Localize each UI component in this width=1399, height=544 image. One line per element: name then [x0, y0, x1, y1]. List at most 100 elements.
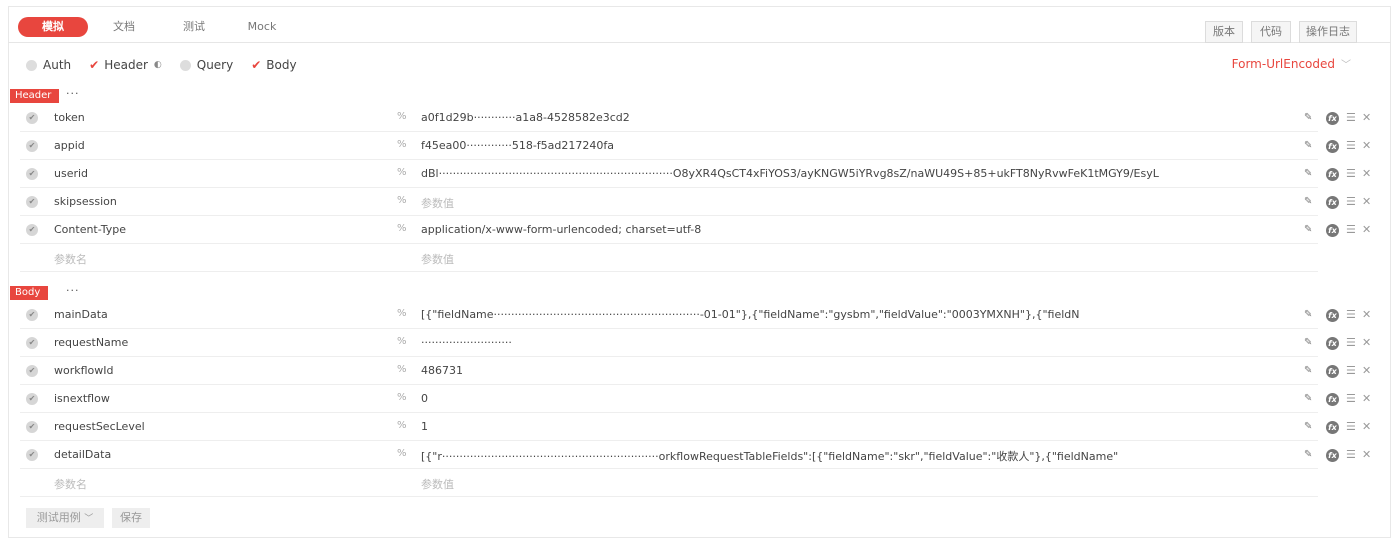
close-icon[interactable]: ✕ — [1362, 392, 1371, 405]
fx-icon[interactable]: fx — [1326, 224, 1339, 237]
fx-icon[interactable]: fx — [1326, 309, 1339, 322]
param-value[interactable]: 0 — [421, 392, 1313, 405]
check-circle-icon[interactable]: ✔ — [26, 168, 38, 180]
header-more-icon[interactable]: ··· — [66, 87, 80, 100]
close-icon[interactable]: ✕ — [1362, 364, 1371, 377]
check-circle-icon[interactable]: ✔ — [26, 309, 38, 321]
fx-icon[interactable]: fx — [1326, 421, 1339, 434]
close-icon[interactable]: ✕ — [1362, 195, 1371, 208]
menu-icon[interactable]: ☰ — [1346, 336, 1356, 349]
param-key[interactable]: userid — [54, 167, 88, 180]
param-key[interactable]: requestName — [54, 336, 128, 349]
param-key[interactable]: mainData — [54, 308, 108, 321]
link-icon[interactable]: % — [397, 392, 407, 403]
option-query[interactable]: Query — [179, 58, 233, 72]
fx-icon[interactable]: fx — [1326, 140, 1339, 153]
param-value[interactable]: 1 — [421, 420, 1313, 433]
param-value[interactable]: dBl·····································… — [421, 167, 1313, 180]
param-value[interactable]: 486731 — [421, 364, 1313, 377]
fx-icon[interactable]: fx — [1326, 196, 1339, 209]
new-param-key[interactable]: 参数名 — [54, 476, 87, 492]
close-icon[interactable]: ✕ — [1362, 336, 1371, 349]
fx-icon[interactable]: fx — [1326, 365, 1339, 378]
close-icon[interactable]: ✕ — [1362, 139, 1371, 152]
check-circle-icon[interactable]: ✔ — [26, 393, 38, 405]
close-icon[interactable]: ✕ — [1362, 448, 1371, 461]
link-icon[interactable]: % — [397, 111, 407, 122]
edit-icon[interactable]: ✎ — [1304, 393, 1312, 404]
tab-docs[interactable]: 文档 — [104, 17, 144, 37]
edit-icon[interactable]: ✎ — [1304, 196, 1312, 207]
check-circle-icon[interactable]: ✔ — [26, 140, 38, 152]
close-icon[interactable]: ✕ — [1362, 111, 1371, 124]
check-circle-icon[interactable]: ✔ — [26, 196, 38, 208]
link-icon[interactable]: % — [397, 223, 407, 234]
param-value[interactable]: [{"fieldName····························… — [421, 308, 1313, 321]
link-icon[interactable]: % — [397, 139, 407, 150]
code-button[interactable]: 代码 — [1251, 21, 1291, 43]
param-key[interactable]: detailData — [54, 448, 111, 461]
fx-icon[interactable]: fx — [1326, 393, 1339, 406]
link-icon[interactable]: % — [397, 448, 407, 459]
menu-icon[interactable]: ☰ — [1346, 111, 1356, 124]
param-key[interactable]: appid — [54, 139, 85, 152]
param-value[interactable]: application/x-www-form-urlencoded; chars… — [421, 223, 1313, 236]
close-icon[interactable]: ✕ — [1362, 420, 1371, 433]
check-circle-icon[interactable]: ✔ — [26, 449, 38, 461]
option-auth[interactable]: Auth — [26, 58, 71, 72]
menu-icon[interactable]: ☰ — [1346, 420, 1356, 433]
save-button[interactable]: 保存 — [112, 508, 150, 528]
check-circle-icon[interactable]: ✔ — [26, 224, 38, 236]
param-key[interactable]: workflowId — [54, 364, 114, 377]
param-value[interactable]: [{"r····································… — [421, 448, 1313, 464]
edit-icon[interactable]: ✎ — [1304, 309, 1312, 320]
check-circle-icon[interactable]: ✔ — [26, 337, 38, 349]
param-key[interactable]: token — [54, 111, 85, 124]
tab-simulate[interactable]: 模拟 — [18, 17, 88, 37]
edit-icon[interactable]: ✎ — [1304, 224, 1312, 235]
encoding-select[interactable]: Form-UrlEncoded ﹀ — [1232, 56, 1351, 71]
new-param-key[interactable]: 参数名 — [54, 251, 87, 267]
link-icon[interactable]: % — [397, 336, 407, 347]
link-icon[interactable]: % — [397, 308, 407, 319]
fx-icon[interactable]: fx — [1326, 112, 1339, 125]
param-key[interactable]: Content-Type — [54, 223, 126, 236]
check-circle-icon[interactable]: ✔ — [26, 112, 38, 124]
param-key[interactable]: skipsession — [54, 195, 117, 208]
menu-icon[interactable]: ☰ — [1346, 223, 1356, 236]
param-key[interactable]: requestSecLevel — [54, 420, 145, 433]
cube-icon[interactable]: ◐ — [154, 60, 162, 70]
menu-icon[interactable]: ☰ — [1346, 392, 1356, 405]
fx-icon[interactable]: fx — [1326, 337, 1339, 350]
param-value[interactable]: 参数值 — [421, 195, 1313, 211]
param-value[interactable]: ·························· — [421, 336, 1313, 349]
menu-icon[interactable]: ☰ — [1346, 167, 1356, 180]
edit-icon[interactable]: ✎ — [1304, 337, 1312, 348]
edit-icon[interactable]: ✎ — [1304, 168, 1312, 179]
link-icon[interactable]: % — [397, 364, 407, 375]
option-header[interactable]: ✔ Header ◐ — [89, 58, 162, 72]
fx-icon[interactable]: fx — [1326, 168, 1339, 181]
menu-icon[interactable]: ☰ — [1346, 139, 1356, 152]
menu-icon[interactable]: ☰ — [1346, 195, 1356, 208]
version-button[interactable]: 版本 — [1205, 21, 1243, 43]
test-case-dropdown[interactable]: 测试用例 ﹀ — [26, 508, 104, 528]
link-icon[interactable]: % — [397, 167, 407, 178]
check-circle-icon[interactable]: ✔ — [26, 365, 38, 377]
edit-icon[interactable]: ✎ — [1304, 112, 1312, 123]
close-icon[interactable]: ✕ — [1362, 167, 1371, 180]
menu-icon[interactable]: ☰ — [1346, 308, 1356, 321]
edit-icon[interactable]: ✎ — [1304, 365, 1312, 376]
edit-icon[interactable]: ✎ — [1304, 449, 1312, 460]
menu-icon[interactable]: ☰ — [1346, 448, 1356, 461]
edit-icon[interactable]: ✎ — [1304, 421, 1312, 432]
option-body[interactable]: ✔ Body — [251, 58, 296, 72]
link-icon[interactable]: % — [397, 195, 407, 206]
tab-test[interactable]: 测试 — [174, 17, 214, 37]
operation-log-button[interactable]: 操作日志 — [1299, 21, 1357, 43]
body-more-icon[interactable]: ··· — [66, 284, 80, 297]
param-value[interactable]: a0f1d29b············a1a8-4528582e3cd2 — [421, 111, 1313, 124]
new-param-value[interactable]: 参数值 — [421, 251, 1313, 267]
close-icon[interactable]: ✕ — [1362, 308, 1371, 321]
new-param-value[interactable]: 参数值 — [421, 476, 1313, 492]
